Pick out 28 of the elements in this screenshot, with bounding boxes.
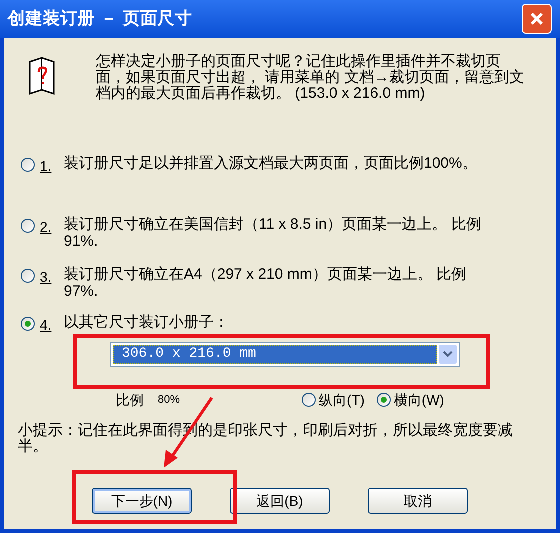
help-booklet-icon [28,56,56,96]
window-title: 创建装订册 － 页面尺寸 [8,8,193,30]
orientation-label: 横向(W) [394,390,444,410]
option-number: 4. [40,316,53,335]
radio-button[interactable] [21,219,35,233]
size-dropdown[interactable]: 306.0 x 216.0 mm [110,342,460,367]
option-label: 装订册尺寸足以并排置入源文档最大两页面，页面比例100%。 [64,155,478,172]
dialog-button[interactable]: 返回(B) [230,488,330,514]
option-number: 2. [40,218,53,237]
intro-text: 怎样决定小册子的页面尺寸呢？记住此操作里插件并不裁切页面，如果页面尺寸出超， 请用菜单的 文档→裁切页面，留意到文档内的最大页面后再作裁切。 (153.0 x 216.0 mm) [96,54,526,104]
radio-button[interactable] [376,393,391,407]
option-number: 1. [40,157,53,176]
scale-value: 80% [158,392,180,408]
option-label: 装订册尺寸确立在美国信封（11 x 8.5 in）页面某一边上。 比例 91%. [64,216,482,250]
close-button[interactable] [522,4,552,34]
close-icon [529,11,545,27]
scale-label: 比例 [116,390,144,410]
radio-button[interactable] [21,317,35,331]
option-number: 3. [40,268,53,287]
dialog-button[interactable]: 下一步(N) [92,488,192,514]
dropdown-value: 306.0 x 216.0 mm [113,345,437,364]
radio-button[interactable] [21,269,35,283]
dialog-button[interactable]: 取消 [368,488,468,514]
option-label: 以其它尺寸装订小册子： [64,314,230,331]
orientation-label: 纵向(T) [319,390,365,410]
option-label: 装订册尺寸确立在A4（297 x 210 mm）页面某一边上。 比例 97%. [64,266,468,300]
radio-button[interactable] [21,158,35,172]
radio-button[interactable] [302,393,316,407]
